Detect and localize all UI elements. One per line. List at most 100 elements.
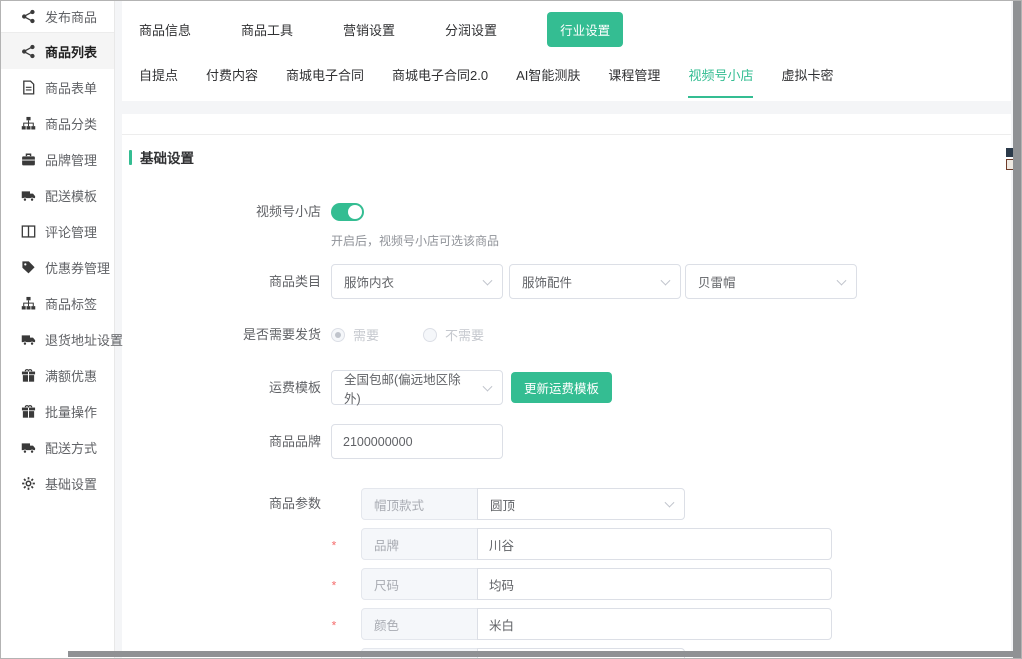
secondary-tabs: 自提点 付费内容 商城电子合同 商城电子合同2.0 AI智能测肤 课程管理 视频…: [122, 57, 1011, 98]
category-select-level3-value: 贝雷帽: [698, 272, 736, 291]
sidebar-item-label: 商品表单: [45, 78, 97, 97]
sidebar-item-delivery-method[interactable]: 配送方式: [1, 429, 114, 465]
sidebar-item-shipping-template[interactable]: 配送模板: [1, 177, 114, 213]
chevron-down-icon: [837, 275, 847, 285]
radio-no-shipping[interactable]: 不需要: [423, 325, 484, 344]
chevron-down-icon: [483, 381, 493, 391]
primary-tabs: 商品信息 商品工具 营销设置 分润设置 行业设置: [122, 1, 1011, 57]
tab-course-management[interactable]: 课程管理: [608, 65, 660, 98]
tab-pickup-point[interactable]: 自提点: [139, 65, 178, 98]
radio-need-shipping[interactable]: 需要: [331, 325, 379, 344]
sidebar-item-review-management[interactable]: 评论管理: [1, 213, 114, 249]
shipping-radio-group: 需要 不需要: [331, 325, 484, 344]
radio-icon: [423, 328, 437, 342]
share-icon: [21, 9, 36, 24]
required-marker: *: [328, 539, 340, 553]
tab-industry-settings[interactable]: 行业设置: [547, 12, 623, 47]
category-select-level2-value: 服饰配件: [522, 272, 572, 291]
sidebar-item-batch-operations[interactable]: 批量操作: [1, 393, 114, 429]
param-row-color: * 颜色: [122, 608, 1011, 640]
radio-label: 不需要: [445, 325, 484, 344]
sidebar-item-full-discount[interactable]: 满额优惠: [1, 357, 114, 393]
truck-icon: [21, 440, 36, 455]
shipping-required-label: 是否需要发货: [122, 327, 321, 343]
chevron-down-icon: [661, 275, 671, 285]
sidebar-item-label: 优惠券管理: [45, 258, 110, 277]
horizontal-scrollbar[interactable]: [68, 651, 1013, 657]
category-select-level3[interactable]: 贝雷帽: [685, 264, 857, 299]
sidebar-item-basic-settings[interactable]: 基础设置: [1, 465, 114, 501]
toggle-knob: [348, 205, 362, 219]
product-brand-input[interactable]: [331, 424, 503, 459]
freight-template-value: 全国包邮(偏远地区除外): [344, 369, 476, 407]
truck-icon: [21, 332, 36, 347]
gift-icon: [21, 404, 36, 419]
tab-marketing-settings[interactable]: 营销设置: [343, 20, 395, 39]
param-value: 圆顶: [490, 495, 515, 514]
tab-mall-econtract[interactable]: 商城电子合同: [286, 65, 364, 98]
vertical-scrollbar[interactable]: [1013, 1, 1021, 658]
chevron-down-icon: [665, 498, 675, 508]
param-value-input[interactable]: [477, 608, 832, 640]
category-select-level2[interactable]: 服饰配件: [509, 264, 681, 299]
tag-icon: [21, 260, 36, 275]
toggle-help-text: 开启后，视频号小店可选该商品: [331, 232, 499, 249]
required-marker: *: [328, 579, 340, 593]
sidebar-item-label: 配送方式: [45, 438, 97, 457]
freight-template-label: 运费模板: [122, 370, 321, 405]
sidebar-item-product-category[interactable]: 商品分类: [1, 105, 114, 141]
param-name-box: 尺码: [361, 568, 478, 600]
category-select-level1[interactable]: 服饰内衣: [331, 264, 503, 299]
sidebar-item-label: 批量操作: [45, 402, 97, 421]
param-value-input[interactable]: [477, 528, 832, 560]
sidebar-item-label: 基础设置: [45, 474, 97, 493]
required-marker: *: [328, 619, 340, 633]
section-title-text: 基础设置: [140, 147, 194, 167]
tab-profit-settings[interactable]: 分润设置: [445, 20, 497, 39]
tab-product-info[interactable]: 商品信息: [139, 20, 191, 39]
sidebar: 发布商品 商品列表 商品表单 商品分类 品牌管理 配送模板 评论管理: [1, 1, 115, 658]
tab-mall-econtract-2[interactable]: 商城电子合同2.0: [392, 65, 488, 98]
tab-virtual-card-key[interactable]: 虚拟卡密: [781, 65, 833, 98]
product-brand-label: 商品品牌: [122, 424, 321, 459]
tab-ai-skin-test[interactable]: AI智能测肤: [516, 65, 580, 98]
chevron-down-icon: [483, 275, 493, 285]
param-name-box: 品牌: [361, 528, 478, 560]
columns-icon: [21, 224, 36, 239]
radio-label: 需要: [353, 325, 379, 344]
document-icon: [21, 80, 36, 95]
param-name-box: 颜色: [361, 608, 478, 640]
tab-paid-content[interactable]: 付费内容: [206, 65, 258, 98]
share-icon: [21, 44, 36, 59]
tab-wechat-channels-shop[interactable]: 视频号小店: [688, 65, 753, 98]
channels-shop-toggle[interactable]: [331, 203, 364, 221]
app-window: 发布商品 商品列表 商品表单 商品分类 品牌管理 配送模板 评论管理: [0, 0, 1022, 659]
sidebar-item-return-address[interactable]: 退货地址设置: [1, 321, 114, 357]
sidebar-item-brand-management[interactable]: 品牌管理: [1, 141, 114, 177]
param-row-hat-top-style: 帽顶款式 圆顶: [122, 488, 1011, 520]
sidebar-item-product-tags[interactable]: 商品标签: [1, 285, 114, 321]
sidebar-item-product-form[interactable]: 商品表单: [1, 69, 114, 105]
sidebar-item-label: 配送模板: [45, 186, 97, 205]
section-accent-bar: [129, 150, 132, 165]
content-card: 基础设置 视频号小店 开启后，视频号小店可选该商品 商品类目 服饰内衣 服饰配件…: [122, 114, 1011, 659]
tab-product-tools[interactable]: 商品工具: [241, 20, 293, 39]
category-label: 商品类目: [122, 264, 321, 299]
sidebar-item-label: 商品列表: [45, 42, 97, 61]
sidebar-item-label: 商品分类: [45, 114, 97, 133]
param-row-brand: * 品牌: [122, 528, 1011, 560]
param-value-select[interactable]: 圆顶: [477, 488, 685, 520]
param-value-input[interactable]: [477, 568, 832, 600]
sidebar-item-publish-product[interactable]: 发布商品: [1, 1, 114, 32]
sidebar-item-coupon-management[interactable]: 优惠券管理: [1, 249, 114, 285]
freight-template-select[interactable]: 全国包邮(偏远地区除外): [331, 370, 503, 405]
sidebar-item-product-list[interactable]: 商品列表: [1, 33, 114, 69]
sidebar-item-label: 满额优惠: [45, 366, 97, 385]
truck-icon: [21, 188, 36, 203]
gear-icon: [21, 476, 36, 491]
section-title: 基础设置: [129, 147, 194, 167]
briefcase-icon: [21, 152, 36, 167]
param-name-box: 帽顶款式: [361, 488, 478, 520]
content-divider: [122, 134, 1011, 135]
update-freight-template-button[interactable]: 更新运费模板: [511, 372, 612, 403]
